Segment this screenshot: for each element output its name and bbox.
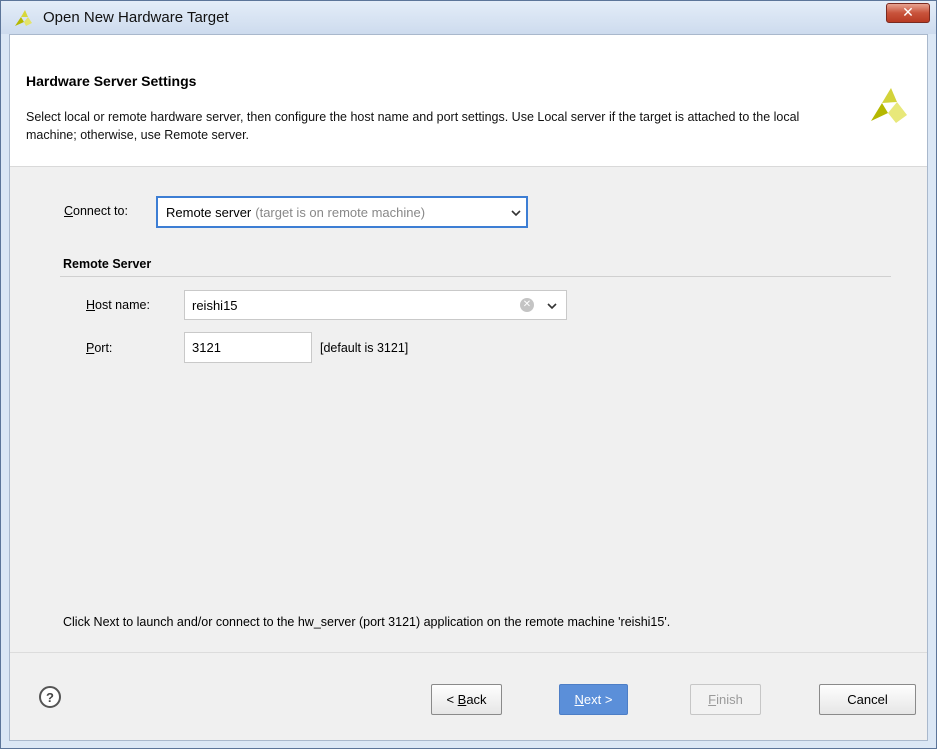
connect-to-hint: (target is on remote machine) (255, 204, 426, 220)
host-name-label: Host name: (86, 298, 150, 312)
back-button[interactable]: < Back (431, 684, 502, 715)
finish-button: Finish (690, 684, 761, 715)
help-icon[interactable]: ? (39, 686, 61, 708)
clear-icon[interactable]: ✕ (520, 298, 534, 312)
finish-label: inish (716, 692, 743, 707)
dialog-body: Hardware Server Settings Select local or… (9, 34, 928, 741)
connect-to-accel: C (64, 204, 74, 218)
title-bar[interactable]: Open New Hardware Target ✕ (1, 1, 936, 34)
next-label: ext > (583, 692, 613, 707)
port-default-note: [default is 3121] (320, 341, 409, 355)
page-title: Hardware Server Settings (26, 73, 197, 89)
port-label-text: ort: (94, 341, 113, 355)
cancel-button[interactable]: Cancel (819, 684, 916, 715)
app-logo-icon (15, 10, 32, 26)
port-label: Port: (86, 341, 112, 355)
port-input[interactable]: 3121 (184, 332, 312, 363)
back-label: ack (466, 692, 487, 707)
window-title: Open New Hardware Target (43, 9, 229, 26)
footer-divider (10, 652, 927, 653)
host-name-combobox[interactable]: reishi15 (184, 290, 567, 320)
page-description: Select local or remote hardware server, … (26, 110, 800, 142)
host-name-label-text: ost name: (95, 298, 150, 312)
back-prefix: < (446, 692, 458, 707)
connect-to-label-text: onnect to: (73, 204, 128, 218)
connect-to-value: Remote server (166, 204, 252, 220)
host-name-accel: H (86, 298, 96, 312)
host-chevron-down-icon[interactable] (547, 301, 557, 311)
finish-accel: F (708, 692, 717, 707)
close-icon: ✕ (902, 5, 914, 21)
next-accel: N (574, 692, 584, 707)
group-divider (60, 276, 891, 277)
next-button[interactable]: Next > (559, 684, 628, 715)
page-header: Hardware Server Settings Select local or… (10, 35, 927, 167)
status-message: Click Next to launch and/or connect to t… (63, 615, 671, 629)
xilinx-logo-icon (871, 88, 907, 123)
port-value: 3121 (192, 340, 221, 355)
chevron-down-icon (511, 210, 521, 217)
host-name-value: reishi15 (192, 297, 238, 313)
connect-to-select[interactable]: Remote server (target is on remote machi… (156, 196, 528, 228)
back-accel: B (457, 692, 467, 707)
close-button[interactable]: ✕ (886, 3, 930, 23)
dialog-window: Open New Hardware Target ✕ Hardware Serv… (0, 0, 937, 749)
connect-to-label: Connect to: (64, 204, 128, 218)
remote-server-group-title: Remote Server (63, 257, 152, 271)
